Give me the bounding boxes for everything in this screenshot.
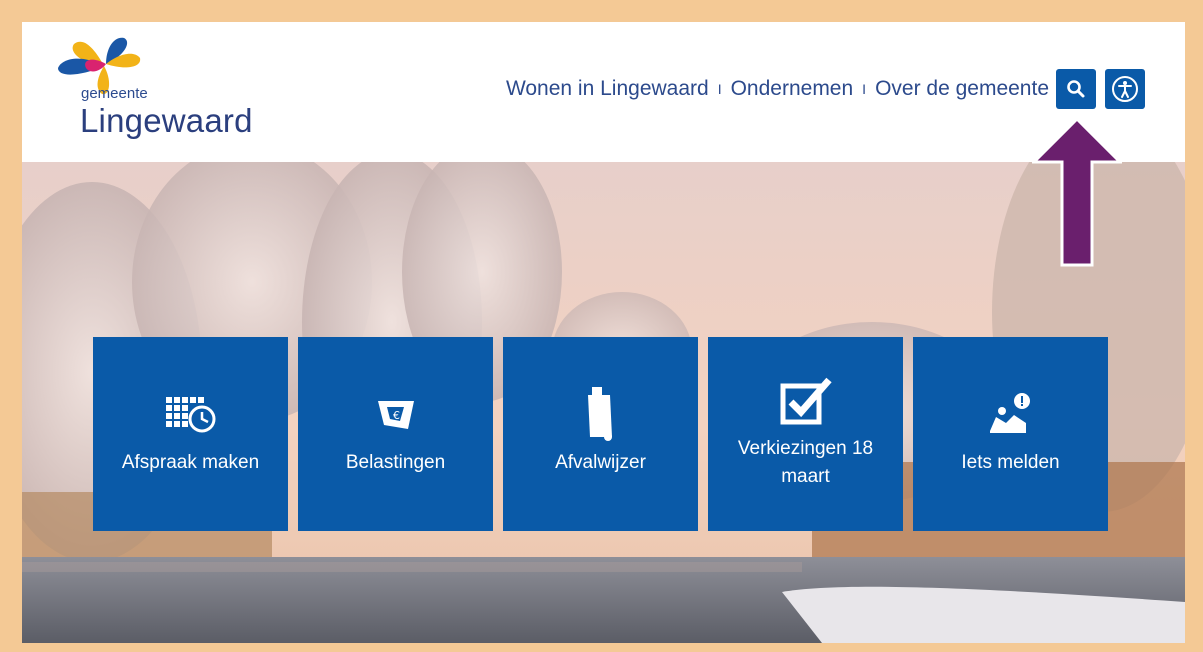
nav-ondernemen[interactable]: Ondernemen [731,77,854,101]
tile-label: Verkiezingen 18 maart [737,438,874,487]
hero-banner: Afspraak maken € Belastingen Afvalwijzer… [22,162,1185,643]
screenshot-frame: gemeente Lingewaard Wonen in Lingewaard … [0,0,1203,652]
accessibility-button[interactable] [1105,69,1145,109]
tile-label: Afvalwijzer [555,452,646,473]
tile-iets-melden[interactable]: Iets melden [913,337,1108,531]
tile-label: Belastingen [345,452,446,473]
accessibility-icon [1112,76,1138,102]
page: gemeente Lingewaard Wonen in Lingewaard … [22,22,1185,643]
logo-title: Lingewaard [80,102,253,139]
report-issue-icon [989,393,1030,433]
nav-separator: I [717,81,722,97]
annotation-arrow-icon [1032,117,1122,267]
search-button[interactable] [1056,69,1096,109]
main-navigation: Wonen in Lingewaard I Ondernemen I Over … [506,77,1049,101]
logo-subtitle: gemeente [81,85,148,102]
tile-label: Afspraak maken [121,452,260,473]
nav-over-de-gemeente[interactable]: Over de gemeente [875,77,1049,101]
tile-label: Iets melden [961,452,1060,473]
svg-text:€: € [393,409,400,422]
tile-belastingen[interactable]: € Belastingen [298,337,493,531]
calendar-clock-icon [165,397,215,433]
checkbox-icon [780,377,832,425]
tax-document-icon: € [377,401,414,429]
waste-bin-icon [587,387,612,441]
tile-afvalwijzer[interactable]: Afvalwijzer [503,337,698,531]
quick-links: Afspraak maken € Belastingen Afvalwijzer… [93,337,1108,531]
site-header: gemeente Lingewaard Wonen in Lingewaard … [22,22,1185,162]
search-icon [1067,80,1085,98]
nav-wonen[interactable]: Wonen in Lingewaard [506,77,709,101]
nav-separator: I [862,81,867,97]
tile-verkiezingen[interactable]: Verkiezingen 18 maart [708,337,903,531]
tile-afspraak-maken[interactable]: Afspraak maken [93,337,288,531]
